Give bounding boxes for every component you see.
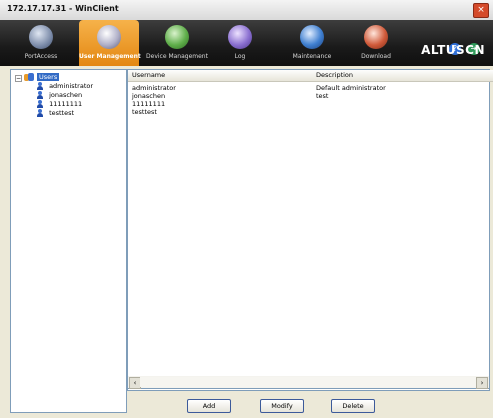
tool-label: Download [361, 53, 391, 60]
table-cell-username[interactable]: testtest [132, 108, 157, 116]
tool-label: PortAccess [24, 53, 58, 60]
tool-label: Device Management [146, 53, 208, 60]
tree-item-label: 11111111 [49, 100, 83, 108]
table-cell-username[interactable]: 11111111 [132, 100, 165, 108]
tool-download[interactable]: Download [354, 20, 398, 66]
device-icon [165, 25, 189, 49]
altusen-logo: ALTUSCN [421, 43, 485, 57]
tree-item-user[interactable]: testtest [37, 109, 74, 119]
scroll-right-icon[interactable]: › [476, 377, 488, 389]
user-icon [37, 100, 43, 108]
table-cell-description[interactable]: Default administrator [316, 84, 386, 92]
main-toolbar: PortAccess User Management Device Manage… [0, 20, 493, 76]
users-icon [97, 25, 121, 49]
table-cell-description[interactable]: test [316, 92, 328, 100]
log-icon [228, 25, 252, 49]
user-list[interactable]: Username Description administrator Defau… [127, 69, 493, 391]
horizontal-scrollbar[interactable]: ‹ › [127, 376, 490, 389]
tool-label: Log [234, 53, 246, 60]
tool-label: Maintenance [292, 53, 332, 60]
group-icon [24, 73, 34, 81]
tool-portaccess[interactable]: PortAccess [14, 20, 68, 66]
tool-log[interactable]: Log [218, 20, 262, 66]
maintenance-icon [300, 25, 324, 49]
tree-item-label: testtest [49, 109, 75, 117]
download-icon [364, 25, 388, 49]
window-title: 172.17.17.31 - WinClient [7, 4, 119, 13]
tree-item-label: administrator [49, 82, 94, 90]
column-header-username[interactable]: Username [128, 70, 313, 82]
modify-button[interactable]: Modify [260, 399, 304, 413]
delete-button[interactable]: Delete [331, 399, 375, 413]
user-icon [37, 109, 43, 117]
close-icon[interactable]: × [473, 3, 489, 18]
monitor-icon [29, 25, 53, 49]
tree-root-label: Users [37, 73, 60, 81]
column-header-description[interactable]: Description [312, 70, 493, 82]
user-tree[interactable]: − Users administrator jonaschen 11111111… [10, 69, 127, 413]
tool-label: User Management [79, 53, 141, 60]
tool-device-management[interactable]: Device Management [144, 20, 210, 66]
collapse-icon[interactable]: − [15, 75, 22, 82]
user-icon [37, 91, 43, 99]
title-bar[interactable]: 172.17.17.31 - WinClient × [0, 0, 493, 21]
table-cell-username[interactable]: administrator [132, 84, 176, 92]
scroll-thumb[interactable] [140, 377, 477, 387]
tree-item-label: jonaschen [49, 91, 83, 99]
tool-user-management[interactable]: User Management [79, 20, 141, 66]
add-button[interactable]: Add [187, 399, 231, 413]
tool-maintenance[interactable]: Maintenance [284, 20, 340, 66]
user-icon [37, 82, 43, 90]
winclient-window: 172.17.17.31 - WinClient × PortAccess Us… [0, 0, 493, 418]
table-cell-username[interactable]: jonaschen [132, 92, 165, 100]
